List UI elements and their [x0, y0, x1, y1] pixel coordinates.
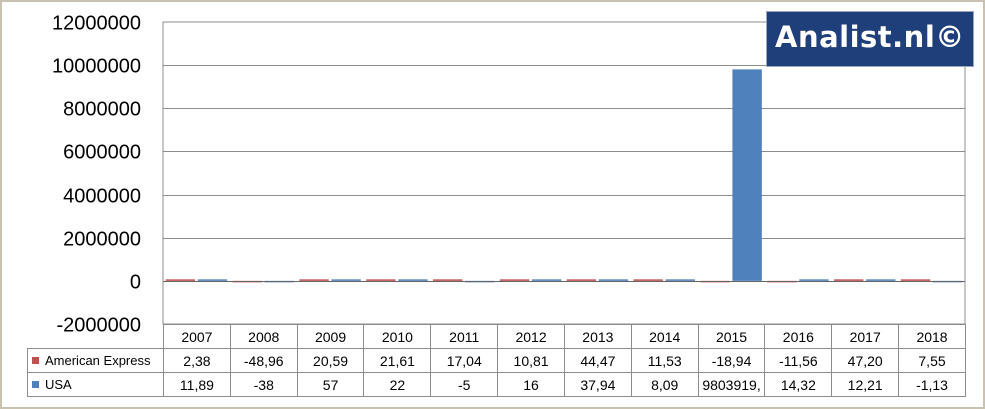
legend-key — [32, 357, 39, 364]
x-category-label: 2013 — [563, 324, 632, 349]
bar-usa-2007 — [197, 279, 228, 281]
bar-usa-2010 — [398, 279, 428, 281]
data-label: 57 — [296, 372, 365, 397]
x-category-label: 2015 — [697, 324, 766, 349]
bar-american-express-2018 — [900, 279, 931, 281]
data-label: -38 — [229, 372, 298, 397]
x-category-label: 2014 — [630, 324, 699, 349]
data-label: -11,56 — [764, 348, 833, 373]
bar-american-express-2017 — [834, 279, 864, 281]
data-label: 12,21 — [831, 372, 900, 397]
data-label: 16 — [497, 372, 565, 397]
x-category-label: 2007 — [163, 324, 231, 349]
x-category-label: 2012 — [497, 324, 565, 349]
data-label: 37,94 — [563, 372, 632, 397]
x-category-label: 2009 — [296, 324, 365, 349]
legend-entry: American Express — [27, 348, 164, 373]
x-category-label: 2016 — [764, 324, 833, 349]
x-category-label: 2018 — [898, 324, 966, 349]
data-label: 9803919, — [697, 372, 766, 397]
data-label: -1,13 — [898, 372, 966, 397]
y-tick-label: 10000000 — [52, 56, 141, 78]
data-label: 20,59 — [296, 348, 365, 373]
data-label: 2,38 — [163, 348, 231, 373]
data-label: 7,55 — [898, 348, 966, 373]
bar-american-express-2007 — [165, 279, 196, 281]
y-tick-label: 4000000 — [63, 186, 141, 208]
bar-usa-2012 — [531, 279, 562, 281]
data-label: 44,47 — [563, 348, 632, 373]
data-label: -5 — [430, 372, 499, 397]
y-tick-label: 12000000 — [52, 13, 141, 35]
bar-american-express-2009 — [299, 279, 329, 281]
bar-usa-2017 — [866, 279, 896, 281]
y-tick-label: 8000000 — [63, 99, 141, 121]
data-label: 8,09 — [630, 372, 699, 397]
legend-label: American Express — [45, 353, 151, 368]
plot-area — [162, 21, 966, 325]
y-tick-label: 2000000 — [63, 229, 141, 251]
bar-american-express-2014 — [633, 279, 663, 281]
bar-usa-2016 — [799, 279, 829, 281]
data-table-row-american-express: American Express 2,38 -48,96 20,59 21,61 17,0… — [27, 348, 966, 373]
bar-usa-2009 — [331, 279, 361, 281]
y-tick-label: 0 — [130, 272, 141, 294]
bar-usa-2013 — [598, 279, 629, 281]
legend-entry: USA — [27, 372, 164, 397]
data-label: 11,89 — [163, 372, 231, 397]
data-label: -48,96 — [229, 348, 298, 373]
data-label: 47,20 — [831, 348, 900, 373]
data-label: 10,81 — [497, 348, 565, 373]
data-label: 14,32 — [764, 372, 833, 397]
data-label: 11,53 — [630, 348, 699, 373]
logo-text: Analist.nl© — [775, 20, 965, 54]
bar-american-express-2013 — [566, 279, 597, 281]
bar-american-express-2011 — [433, 279, 463, 281]
x-category-label: 2010 — [363, 324, 432, 349]
data-label: 17,04 — [430, 348, 499, 373]
data-label: 22 — [363, 372, 432, 397]
y-tick-label: 6000000 — [63, 142, 141, 164]
x-category-label: 2011 — [430, 324, 499, 349]
legend-key — [32, 381, 39, 388]
data-label: -18,94 — [697, 348, 766, 373]
bar-usa-2014 — [665, 279, 695, 281]
analist-logo: Analist.nl© — [766, 11, 974, 67]
legend-label: USA — [45, 377, 72, 392]
data-table-row-usa: USA 11,89 -38 57 22 -5 16 37,94 8,09 9803919, 14,3… — [27, 372, 966, 397]
x-category-label: 2008 — [229, 324, 298, 349]
x-category-label: 2017 — [831, 324, 900, 349]
data-label: 21,61 — [363, 348, 432, 373]
bar-usa-2015 — [732, 69, 762, 281]
bar-american-express-2010 — [366, 279, 396, 281]
data-table: 2007 2008 2009 2010 2011 2012 2013 2014 2015 2016… — [27, 324, 966, 397]
data-table-corner — [27, 324, 164, 349]
data-table-header-row: 2007 2008 2009 2010 2011 2012 2013 2014 2015 2016… — [27, 324, 966, 349]
bar-american-express-2012 — [499, 279, 530, 281]
